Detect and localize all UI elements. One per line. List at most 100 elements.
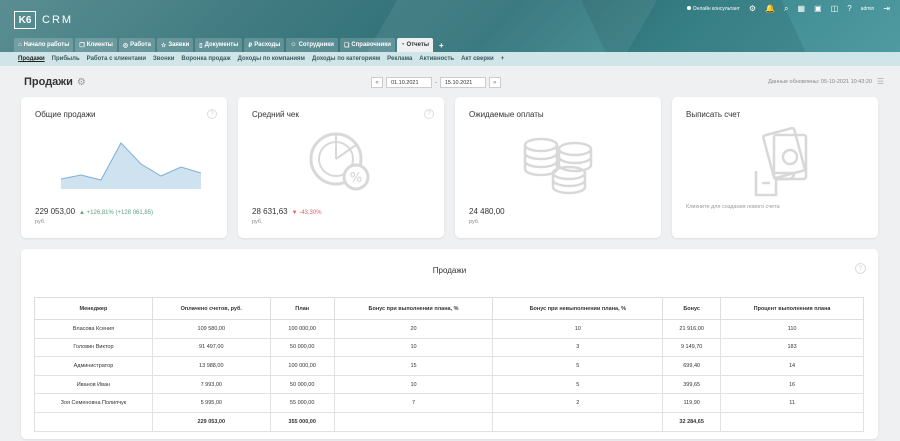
card-currency: руб. [469, 219, 480, 225]
tab-staff[interactable]: ☺ Сотрудники [286, 38, 338, 52]
card-title: Общие продажи [35, 110, 96, 119]
subtab-item[interactable]: Звонки [153, 56, 174, 62]
card-value: 24 480,00 [469, 207, 505, 216]
help-icon[interactable]: ? [847, 5, 851, 13]
total-cell: 355 000,00 [269, 411, 335, 432]
subtab-item[interactable]: Доходы по компаниям [238, 56, 305, 62]
add-tab-button[interactable]: + [435, 38, 448, 52]
column-header[interactable]: Бонус [662, 297, 722, 320]
tab-expenses[interactable]: ₽ Расходы [244, 38, 285, 52]
total-cell: 32 284,65 [662, 411, 722, 432]
online-consultant-label: Онлайн консультант [692, 6, 740, 12]
document-icon: ▯ [199, 42, 203, 49]
table-row: Администратор 13 988,00 100 000,00 15 5 699,4… [34, 356, 864, 376]
online-dot-icon [686, 6, 691, 10]
money-hand-icon [754, 127, 808, 197]
table-cell: 16 [720, 374, 864, 395]
star-icon: ☆ [160, 42, 167, 49]
tab-work[interactable]: ◎ Работа [118, 38, 155, 52]
menu-icon[interactable]: ☰ [877, 77, 884, 86]
subtab-item[interactable]: Доходы по категориям [312, 56, 380, 62]
tab-reports[interactable]: ◔ Отчеты [396, 38, 433, 52]
tab-clients[interactable]: ❐ Клиенты [75, 38, 117, 52]
column-header[interactable]: Бонус при выполнении плана, % [333, 297, 494, 320]
table-cell: Зоя Семеновна Полипчук [34, 393, 153, 413]
table-cell: 21 916,00 [662, 319, 722, 339]
help-icon[interactable]: ? [424, 109, 434, 119]
work-icon: ◎ [122, 42, 129, 49]
add-subtab-button[interactable]: + [501, 56, 505, 62]
total-cell [34, 411, 153, 432]
table-cell: Власова Ксения [34, 319, 153, 339]
invoice-hint: Кликните для создания нового счета [686, 204, 780, 210]
subtab-item[interactable]: Акт сверки [461, 56, 494, 62]
app-header: K6 CRM Онлайн консультант ⚙ 🔔 ⌕ ▦ ▣ ◫ ? … [0, 0, 900, 52]
chat-icon[interactable]: ▣ [814, 5, 822, 13]
avg-check-value: 28 631,63 [252, 207, 288, 216]
tab-document[interactable]: ▯ Документы [195, 38, 243, 52]
column-header[interactable]: Оплачено счетов, руб. [151, 297, 271, 320]
card-total-sales[interactable]: Общие продажи ? 229 053,00 ▲ +126,81% (+1… [21, 97, 227, 238]
notification-bell-icon[interactable]: 🔔 [765, 5, 775, 13]
card-average-check[interactable]: Средний чек ? % 28 631,63 ▼ -43,30% руб. [238, 97, 444, 238]
next-period-button[interactable]: » [488, 77, 501, 88]
logout-icon[interactable]: ⇥ [883, 5, 890, 13]
online-consultant-link[interactable]: Онлайн консультант [686, 6, 740, 12]
search-icon[interactable]: ⌕ [784, 5, 788, 13]
column-header[interactable]: Процент выполнения плана [720, 297, 864, 320]
page-title: Продажи [24, 76, 73, 88]
sales-table: Менеджер Оплачено счетов, руб. План Бонус п… [34, 297, 864, 432]
help-icon[interactable]: ? [855, 263, 866, 274]
table-row: Власова Ксения 109 580,00 100 000,00 20 10 21… [34, 319, 864, 339]
pie-percent-icon: % [309, 132, 370, 191]
table-cell: 13 988,00 [151, 356, 271, 376]
subtab-item[interactable]: Продажи [18, 56, 45, 62]
sales-table-title: Продажи [432, 266, 467, 275]
avg-check-change: ▼ -43,30% [291, 210, 322, 216]
app-logo[interactable]: K6 CRM [14, 11, 73, 29]
table-cell: 110 [720, 319, 864, 339]
subtab-item[interactable]: Воронка продаж [181, 56, 230, 62]
tab-label: Клиенты [86, 42, 113, 48]
table-cell: 5 995,00 [151, 393, 271, 413]
home-icon: ⌂ [18, 42, 22, 48]
date-from-field[interactable]: 01.10.2021 [386, 77, 432, 88]
tab-star[interactable]: ☆ Заявки [156, 38, 194, 52]
help-icon[interactable]: ? [207, 109, 217, 119]
gear-icon[interactable]: ⚙ [77, 77, 86, 88]
table-cell: 7 993,00 [151, 374, 271, 395]
table-cell: 14 [720, 356, 864, 376]
settings-icon[interactable]: ⚙ [749, 5, 756, 13]
table-cell: 10 [333, 337, 494, 358]
date-to-field[interactable]: 15.10.2021 [439, 77, 486, 88]
svg-text:%: % [350, 171, 362, 186]
user-name[interactable]: admin [861, 6, 875, 12]
column-header[interactable]: Менеджер [34, 297, 153, 320]
main-tabs: ⌂ Начало работы ❐ Клиенты ◎ Работа ☆ Заявки ▯ Док… [14, 38, 448, 52]
total-sales-change: ▲ +126,81% (+128 061,85) [79, 210, 154, 216]
subtab-item[interactable]: Прибыль [52, 56, 80, 62]
prev-period-button[interactable]: « [371, 77, 383, 88]
table-cell: 55 000,00 [269, 393, 335, 413]
card-create-invoice[interactable]: Выписать счет Кликните для создания ново… [672, 97, 878, 238]
subtab-item[interactable]: Активность [419, 56, 454, 62]
reports-icon: ◔ [400, 42, 405, 48]
card-currency: руб. [252, 219, 263, 225]
tab-book[interactable]: ❑ Справочники [339, 38, 395, 52]
card-value: 229 053,00 ▲ +126,81% (+128 061,85) [35, 207, 153, 216]
table-body: Власова Ксения 109 580,00 100 000,00 20 10 21… [34, 319, 864, 432]
subtab-item[interactable]: Работа с клиентами [87, 56, 146, 62]
tab-home[interactable]: ⌂ Начало работы [14, 38, 74, 52]
table-cell: 91 497,00 [151, 337, 271, 358]
tab-label: Заявки [168, 42, 190, 48]
column-header[interactable]: Бонус при невыполнении плана, % [492, 297, 664, 320]
tray-icon[interactable]: ◫ [831, 5, 839, 13]
card-expected-payments[interactable]: Ожидаемые оплаты 24 480,00 руб. [455, 97, 661, 238]
table-cell: 183 [720, 337, 864, 358]
table-row: Зоя Семеновна Полипчук 5 995,00 55 000,00 7… [34, 393, 864, 413]
column-header[interactable]: План [269, 297, 335, 320]
subtab-item[interactable]: Реклама [387, 56, 412, 62]
total-cell: 229 053,00 [151, 411, 271, 432]
table-cell: 20 [333, 319, 494, 339]
calendar-icon[interactable]: ▦ [798, 5, 806, 13]
